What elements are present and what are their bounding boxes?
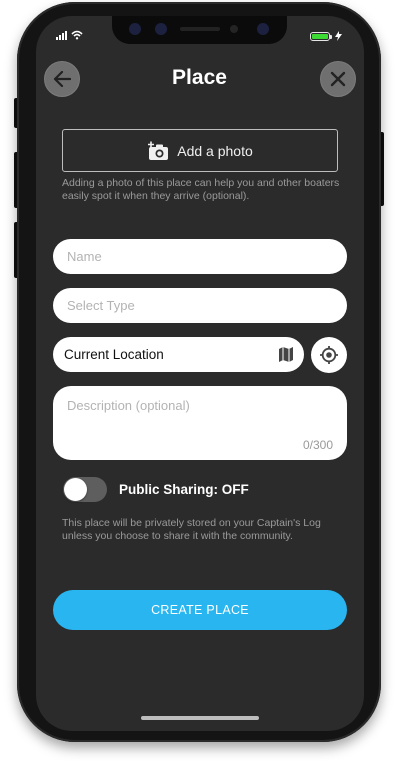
close-button[interactable] — [320, 61, 356, 97]
toggle-knob — [64, 478, 87, 501]
add-photo-button[interactable]: Add a photo — [62, 129, 338, 172]
status-left — [56, 30, 83, 40]
photo-help-text: Adding a photo of this place can help yo… — [62, 177, 340, 202]
map-icon[interactable] — [278, 346, 294, 363]
battery-icon — [310, 31, 332, 41]
create-place-label: CREATE PLACE — [151, 603, 249, 617]
wifi-icon — [71, 30, 83, 40]
proximity-sensor — [230, 25, 238, 33]
home-indicator[interactable] — [141, 716, 259, 720]
speaker-grille — [180, 27, 220, 31]
add-camera-icon — [148, 141, 169, 160]
type-placeholder: Select Type — [67, 298, 135, 313]
location-field[interactable]: Current Location — [53, 337, 304, 372]
sharing-help-text: This place will be privately stored on y… — [62, 517, 321, 542]
type-select[interactable]: Select Type — [53, 288, 347, 323]
sensor-icon — [155, 23, 167, 35]
description-textarea[interactable]: Description (optional) 0/300 — [53, 386, 347, 460]
character-counter: 0/300 — [302, 438, 333, 452]
name-placeholder: Name — [67, 249, 102, 264]
locate-me-button[interactable] — [311, 337, 347, 373]
camera-icon — [129, 23, 141, 35]
notch — [112, 16, 287, 44]
public-sharing-label: Public Sharing: OFF — [119, 482, 249, 497]
description-placeholder: Description (optional) — [67, 398, 190, 413]
add-photo-label: Add a photo — [177, 142, 253, 159]
status-right — [310, 31, 342, 41]
crosshair-locate-icon — [320, 346, 338, 364]
cellular-signal-icon — [56, 30, 67, 40]
close-icon — [330, 71, 346, 87]
name-input[interactable]: Name — [53, 239, 347, 274]
location-value: Current Location — [64, 347, 164, 362]
front-camera-icon — [257, 23, 269, 35]
create-place-button[interactable]: CREATE PLACE — [53, 590, 347, 630]
public-sharing-toggle[interactable] — [63, 477, 107, 502]
charging-bolt-icon — [335, 31, 342, 41]
